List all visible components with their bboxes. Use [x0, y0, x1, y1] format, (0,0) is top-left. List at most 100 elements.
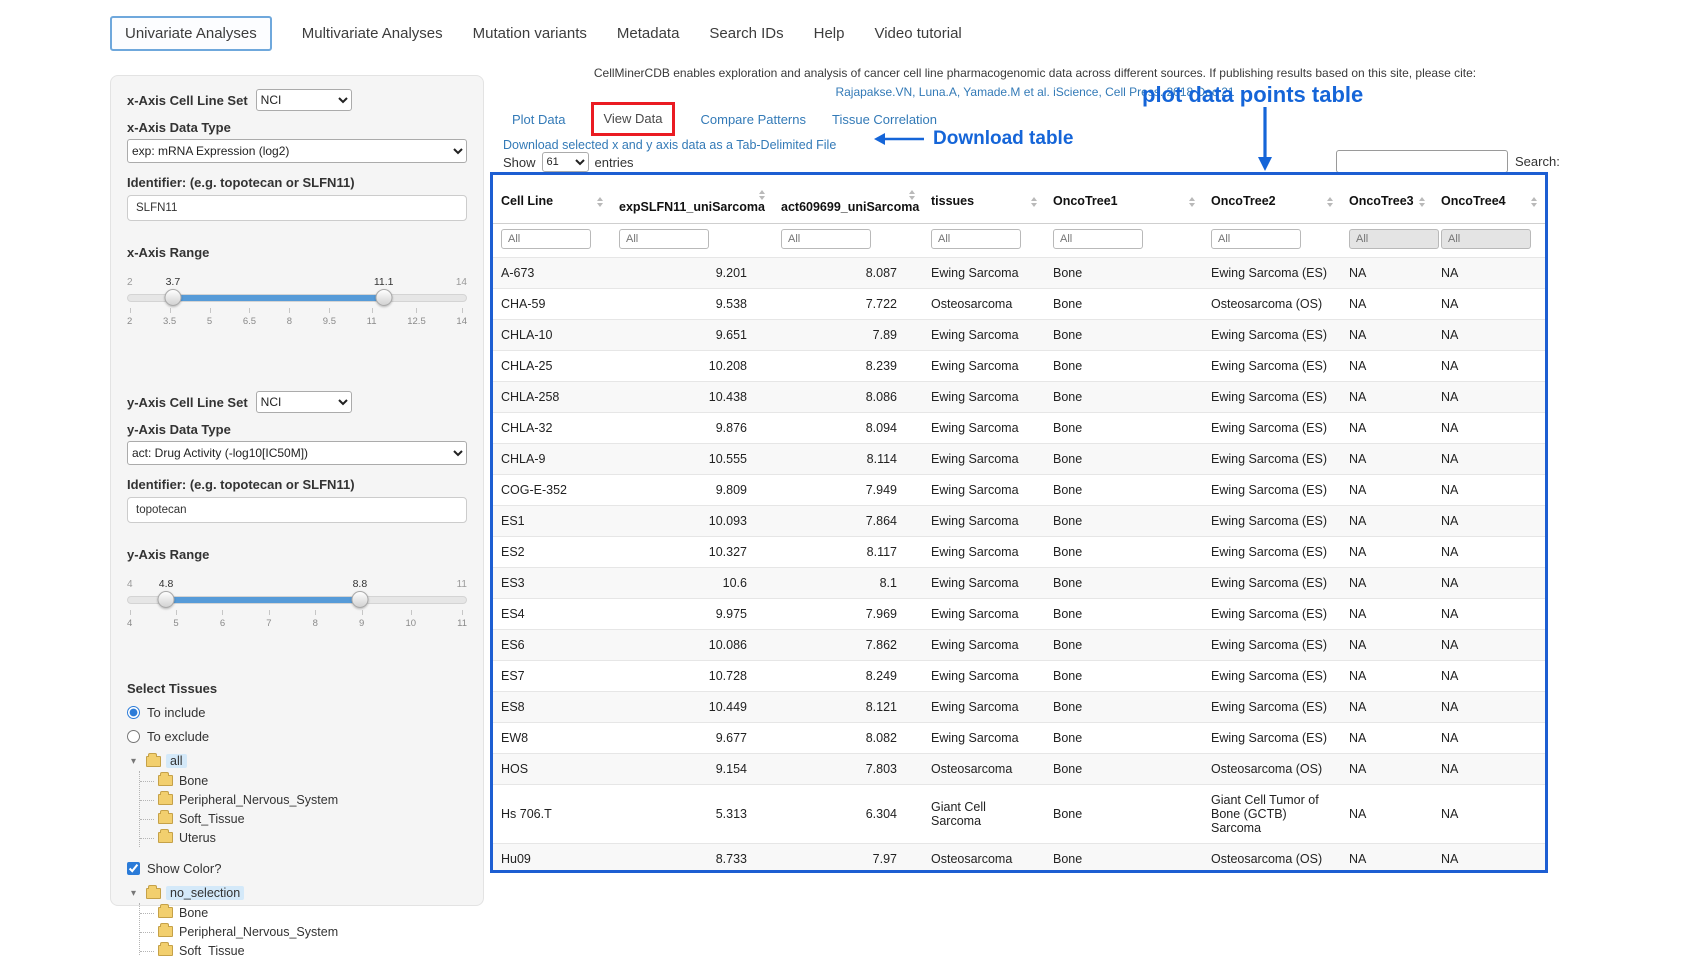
- table-row[interactable]: CHLA-910.5558.114Ewing SarcomaBoneEwing …: [493, 444, 1545, 475]
- table-row[interactable]: HOS9.1547.803OsteosarcomaBoneOsteosarcom…: [493, 754, 1545, 785]
- tab-plot-data[interactable]: Plot Data: [512, 112, 565, 127]
- table-row[interactable]: ES310.68.1Ewing SarcomaBoneEwing Sarcoma…: [493, 568, 1545, 599]
- tree-node-all[interactable]: ▾ all: [131, 754, 467, 768]
- tab-help[interactable]: Help: [814, 25, 845, 42]
- slider-value-from: 4.8: [159, 578, 174, 590]
- column-filter-input[interactable]: [1211, 229, 1301, 249]
- slider-track[interactable]: [127, 596, 467, 604]
- tree-node-peripheral-nervous-system[interactable]: Peripheral_Nervous_System: [158, 922, 467, 941]
- tab-mutation-variants[interactable]: Mutation variants: [473, 25, 587, 42]
- sort-icon: [759, 190, 765, 200]
- table-cell: 10.6: [611, 568, 773, 599]
- tree-node-uterus[interactable]: Uterus: [158, 828, 467, 847]
- x-identifier-input[interactable]: [127, 195, 467, 221]
- y-range-slider: 4 11 4.8 8.8 4567891011: [127, 579, 467, 635]
- to-exclude-radio[interactable]: [127, 730, 140, 743]
- table-cell: Ewing Sarcoma (ES): [1203, 661, 1341, 692]
- to-include-radio[interactable]: [127, 706, 140, 719]
- table-row[interactable]: ES710.7288.249Ewing SarcomaBoneEwing Sar…: [493, 661, 1545, 692]
- column-filter-input[interactable]: [619, 229, 709, 249]
- slider-handle-from[interactable]: [164, 289, 181, 306]
- y-cell-line-set-select[interactable]: NCI: [256, 391, 352, 413]
- search-input[interactable]: [1336, 150, 1508, 173]
- tree-node-bone[interactable]: Bone: [158, 903, 467, 922]
- table-row[interactable]: ES110.0937.864Ewing SarcomaBoneEwing Sar…: [493, 506, 1545, 537]
- column-filter-input[interactable]: [781, 229, 871, 249]
- column-header-tissues[interactable]: tissues: [923, 175, 1045, 224]
- table-row[interactable]: Hs 706.T5.3136.304Giant Cell SarcomaBone…: [493, 785, 1545, 844]
- column-filter-input[interactable]: [1053, 229, 1143, 249]
- folder-icon: [158, 832, 173, 843]
- download-tab-delimited-link[interactable]: Download selected x and y axis data as a…: [503, 138, 836, 152]
- table-row[interactable]: CHLA-25810.4388.086Ewing SarcomaBoneEwin…: [493, 382, 1545, 413]
- table-cell: ES1: [493, 506, 611, 537]
- table-cell: Ewing Sarcoma: [923, 630, 1045, 661]
- table-row[interactable]: ES610.0867.862Ewing SarcomaBoneEwing Sar…: [493, 630, 1545, 661]
- column-header-exp-slfn11[interactable]: expSLFN11_uniSarcoma: [611, 175, 773, 224]
- slider-handle-to[interactable]: [351, 591, 368, 608]
- table-row[interactable]: CHLA-109.6517.89Ewing SarcomaBoneEwing S…: [493, 320, 1545, 351]
- table-cell: 6.304: [773, 785, 923, 844]
- column-header-cell-line[interactable]: Cell Line: [493, 175, 611, 224]
- tree-node-peripheral-nervous-system[interactable]: Peripheral_Nervous_System: [158, 790, 467, 809]
- show-color-checkbox[interactable]: [127, 862, 140, 875]
- table-cell: 9.876: [611, 413, 773, 444]
- tab-multivariate-analyses[interactable]: Multivariate Analyses: [302, 25, 443, 42]
- plot-data-points-annotation: plot data points table: [1142, 82, 1363, 108]
- table-cell: 9.809: [611, 475, 773, 506]
- table-cell: Bone: [1045, 537, 1203, 568]
- column-filter-input[interactable]: [1441, 229, 1531, 249]
- table-row[interactable]: CHA-599.5387.722OsteosarcomaBoneOsteosar…: [493, 289, 1545, 320]
- table-row[interactable]: CHLA-329.8768.094Ewing SarcomaBoneEwing …: [493, 413, 1545, 444]
- y-identifier-input[interactable]: [127, 497, 467, 523]
- table-row[interactable]: A-6739.2018.087Ewing SarcomaBoneEwing Sa…: [493, 258, 1545, 289]
- table-row[interactable]: CHLA-2510.2088.239Ewing SarcomaBoneEwing…: [493, 351, 1545, 382]
- tree-node-bone[interactable]: Bone: [158, 771, 467, 790]
- table-cell: Hu09: [493, 844, 611, 874]
- column-header-act-609699[interactable]: act609699_uniSarcoma: [773, 175, 923, 224]
- tab-video-tutorial[interactable]: Video tutorial: [874, 25, 961, 42]
- table-cell: Osteosarcoma (OS): [1203, 289, 1341, 320]
- column-header-oncotree3[interactable]: OncoTree3: [1341, 175, 1433, 224]
- table-cell: HOS: [493, 754, 611, 785]
- column-header-oncotree1[interactable]: OncoTree1: [1045, 175, 1203, 224]
- table-row[interactable]: ES810.4498.121Ewing SarcomaBoneEwing Sar…: [493, 692, 1545, 723]
- tree-node-soft-tissue[interactable]: Soft_Tissue: [158, 941, 467, 956]
- tab-search-ids[interactable]: Search IDs: [709, 25, 783, 42]
- tab-view-data[interactable]: View Data: [603, 111, 662, 126]
- slider-handle-to[interactable]: [375, 289, 392, 306]
- select-tissues-label: Select Tissues: [127, 681, 467, 696]
- table-row[interactable]: ES210.3278.117Ewing SarcomaBoneEwing Sar…: [493, 537, 1545, 568]
- show-color-option[interactable]: Show Color?: [127, 861, 467, 876]
- y-data-type-select[interactable]: act: Drug Activity (-log10[IC50M]): [127, 441, 467, 465]
- tissue-include-option[interactable]: To include: [127, 705, 467, 720]
- tab-metadata[interactable]: Metadata: [617, 25, 680, 42]
- table-row[interactable]: ES49.9757.969Ewing SarcomaBoneEwing Sarc…: [493, 599, 1545, 630]
- tree-node-soft-tissue[interactable]: Soft_Tissue: [158, 809, 467, 828]
- column-header-oncotree4[interactable]: OncoTree4: [1433, 175, 1545, 224]
- slider-tick-label: 6: [220, 610, 225, 629]
- table-row[interactable]: EW89.6778.082Ewing SarcomaBoneEwing Sarc…: [493, 723, 1545, 754]
- column-header-oncotree2[interactable]: OncoTree2: [1203, 175, 1341, 224]
- tab-tissue-correlation[interactable]: Tissue Correlation: [832, 112, 937, 127]
- tree-node-no-selection[interactable]: ▾ no_selection: [131, 886, 467, 900]
- table-cell: Bone: [1045, 568, 1203, 599]
- table-cell: Ewing Sarcoma (ES): [1203, 475, 1341, 506]
- x-data-type-select[interactable]: exp: mRNA Expression (log2): [127, 139, 467, 163]
- table-cell: Bone: [1045, 630, 1203, 661]
- tab-univariate-analyses[interactable]: Univariate Analyses: [110, 16, 272, 51]
- column-filter-input[interactable]: [931, 229, 1021, 249]
- table-row[interactable]: Hu098.7337.97OsteosarcomaBoneOsteosarcom…: [493, 844, 1545, 874]
- slider-tick-label: 12.5: [407, 308, 426, 327]
- table-row[interactable]: COG-E-3529.8097.949Ewing SarcomaBoneEwin…: [493, 475, 1545, 506]
- table-cell: Bone: [1045, 506, 1203, 537]
- table-cell: NA: [1433, 382, 1545, 413]
- slider-handle-from[interactable]: [158, 591, 175, 608]
- column-filter-input[interactable]: [501, 229, 591, 249]
- entries-select[interactable]: 61: [542, 152, 589, 172]
- tab-compare-patterns[interactable]: Compare Patterns: [701, 112, 807, 127]
- column-filter-input[interactable]: [1349, 229, 1439, 249]
- x-cell-line-set-select[interactable]: NCI: [256, 89, 352, 111]
- tissue-exclude-option[interactable]: To exclude: [127, 729, 467, 744]
- table-cell: NA: [1341, 289, 1433, 320]
